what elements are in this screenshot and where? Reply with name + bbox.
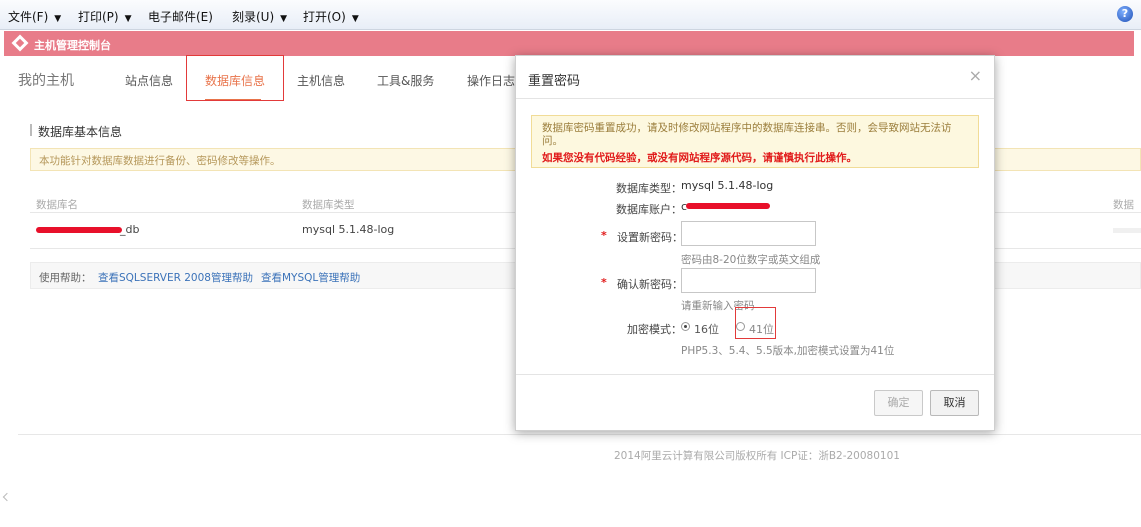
nav-brand[interactable]: 我的主机 <box>18 70 74 90</box>
menu-email[interactable]: 电子邮件(E) <box>148 8 213 25</box>
encrypt-16-label[interactable]: 16位 <box>694 321 719 337</box>
footer-copyright: 2014阿里云计算有限公司版权所有 ICP证：浙B2-20080101 <box>614 450 900 462</box>
confirm-password-input[interactable] <box>681 268 816 293</box>
warning-emphasis: 如果您没有代码经验，或没有网站程序源代码，请谨慎执行此操作。 <box>542 152 857 164</box>
column-header-db-name: 数据库名 <box>36 199 78 211</box>
warning-box: 数据库密码重置成功，请及时修改网站程序中的数据库连接串。否则，会导致网站无法访问… <box>531 115 979 168</box>
tab-operation-log[interactable]: 操作日志 <box>467 72 515 89</box>
chevron-down-icon: ▼ <box>124 14 132 24</box>
confirm-button[interactable]: 确定 <box>874 390 923 416</box>
highlight-annotation-41 <box>735 307 776 339</box>
help-label: 使用帮助： <box>39 272 92 284</box>
db-type-value: mysql 5.1.48-log <box>681 179 774 192</box>
menu-file-label: 文件(F) <box>8 10 49 24</box>
new-password-input[interactable] <box>681 221 816 246</box>
menu-open[interactable]: 打开(O) ▼ <box>303 8 359 25</box>
close-icon[interactable]: × <box>969 66 982 85</box>
menu-burn-label: 刻录(U) <box>232 10 275 24</box>
new-password-hint: 密码由8-20位数字或英文组成 <box>681 254 821 266</box>
notice-text: 本功能针对数据库数据进行备份、密码修改等操作。 <box>39 155 281 167</box>
encrypt-16-radio[interactable] <box>681 322 690 331</box>
column-header-db-type: 数据库类型 <box>302 199 355 211</box>
column-header-data: 数据 <box>1113 199 1134 211</box>
tab-site-info[interactable]: 站点信息 <box>125 72 173 89</box>
footer-divider <box>18 434 1141 435</box>
menu-burn[interactable]: 刻录(U) ▼ <box>232 8 287 25</box>
db-name-cell: _db <box>120 223 140 236</box>
cancel-button[interactable]: 取消 <box>930 390 979 416</box>
scroll-left-icon[interactable] <box>2 492 12 502</box>
menu-print[interactable]: 打印(P) ▼ <box>78 8 132 25</box>
redaction-mark <box>36 227 122 233</box>
tab-tools-services[interactable]: 工具&服务 <box>377 72 434 89</box>
highlight-annotation-tab <box>186 55 284 101</box>
required-mark: * <box>601 229 607 242</box>
encrypt-mode-label: 加密模式： <box>627 323 682 336</box>
confirm-password-label: 确认新密码： <box>617 278 683 291</box>
menu-print-label: 打印(P) <box>78 10 119 24</box>
dialog-header-divider <box>516 98 994 99</box>
dialog-footer-divider <box>516 374 994 375</box>
tab-host-info[interactable]: 主机信息 <box>297 72 345 89</box>
help-link-sqlserver[interactable]: 查看SQLSERVER 2008管理帮助 <box>98 270 253 285</box>
db-account-label: 数据库账户： <box>616 203 682 216</box>
console-title: 主机管理控制台 <box>34 39 111 52</box>
menu-email-label: 电子邮件(E) <box>148 10 213 24</box>
db-type-cell: mysql 5.1.48-log <box>302 223 395 236</box>
encrypt-hint: PHP5.3、5.4、5.5版本,加密模式设置为41位 <box>681 345 895 357</box>
help-link-mysql[interactable]: 查看MYSQL管理帮助 <box>261 270 360 285</box>
browser-menubar: 文件(F) ▼ 打印(P) ▼ 电子邮件(E) 刻录(U) ▼ 打开(O) ▼ ? <box>0 0 1141 30</box>
required-mark: * <box>601 276 607 289</box>
menu-open-label: 打开(O) <box>303 10 346 24</box>
warning-text: 数据库密码重置成功，请及时修改网站程序中的数据库连接串。否则，会导致网站无法访问… <box>542 122 952 147</box>
aliyun-logo-icon <box>11 34 29 52</box>
new-password-label: 设置新密码： <box>617 231 683 244</box>
reset-password-dialog: 重置密码 × 数据库密码重置成功，请及时修改网站程序中的数据库连接串。否则，会导… <box>515 55 995 431</box>
section-marker <box>30 124 32 136</box>
help-icon[interactable]: ? <box>1117 6 1133 22</box>
cell-placeholder <box>1113 228 1141 233</box>
chevron-down-icon: ▼ <box>280 14 288 24</box>
dialog-title: 重置密码 <box>528 74 581 89</box>
section-title: 数据库基本信息 <box>38 125 123 139</box>
chevron-down-icon: ▼ <box>351 14 359 24</box>
redaction-mark <box>686 203 770 209</box>
db-type-label: 数据库类型： <box>616 182 682 195</box>
chevron-down-icon: ▼ <box>54 14 62 24</box>
console-header: 主机管理控制台 <box>4 31 1134 56</box>
menu-file[interactable]: 文件(F) ▼ <box>8 8 61 25</box>
